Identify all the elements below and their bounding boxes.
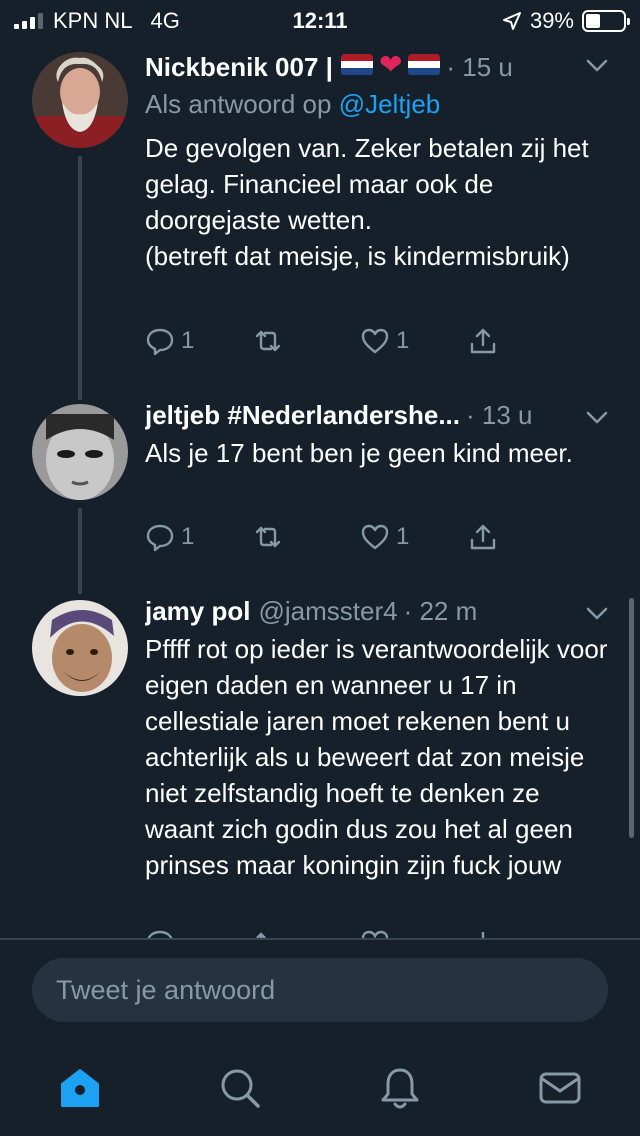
author-handle[interactable]: @jamsster4 xyxy=(258,596,397,627)
tweet-timestamp: · 13 u xyxy=(466,400,533,430)
avatar[interactable] xyxy=(32,404,128,500)
notifications-icon[interactable] xyxy=(378,1066,422,1110)
reply-icon xyxy=(146,328,174,356)
heart-icon xyxy=(361,328,389,354)
reply-button[interactable]: 1 xyxy=(145,326,253,356)
red-heart-icon: ❤ xyxy=(378,49,403,80)
status-bar: KPN NL 4G 12:11 39% xyxy=(0,0,640,40)
share-button[interactable] xyxy=(468,326,576,356)
share-icon xyxy=(470,524,495,550)
search-icon[interactable] xyxy=(218,1066,262,1110)
reply-icon xyxy=(146,524,174,552)
author-name[interactable]: jeltjeb #Nederlandershe... xyxy=(145,400,460,431)
like-count: 1 xyxy=(396,327,410,354)
like-button[interactable]: 1 xyxy=(360,522,468,552)
tweet-timestamp: · 22 m xyxy=(403,596,478,626)
retweet-icon xyxy=(255,330,280,352)
reply-button[interactable] xyxy=(145,928,253,938)
netherlands-flag-icon xyxy=(408,53,441,76)
like-button[interactable] xyxy=(360,928,468,938)
retweet-button[interactable] xyxy=(253,928,361,938)
retweet-button[interactable] xyxy=(253,326,361,356)
reply-input[interactable]: Tweet je antwoord xyxy=(32,958,608,1022)
retweet-button[interactable] xyxy=(253,522,361,552)
avatar[interactable] xyxy=(32,600,128,696)
chevron-down-icon[interactable] xyxy=(584,404,610,430)
heart-icon xyxy=(361,930,389,938)
reply-icon xyxy=(147,930,173,938)
retweet-icon xyxy=(255,526,280,548)
tweet-jeltjeb[interactable]: jeltjeb #Nederlandershe... · 13 u Als je… xyxy=(0,398,640,594)
chevron-down-icon[interactable] xyxy=(584,600,610,626)
tweet-timestamp: · 15 u xyxy=(446,51,513,82)
share-button[interactable] xyxy=(468,522,576,552)
heart-icon xyxy=(361,524,389,550)
retweet-icon xyxy=(255,932,266,938)
reply-composer: Tweet je antwoord xyxy=(0,940,640,1040)
author-name[interactable]: jamy pol xyxy=(145,596,250,627)
like-button[interactable]: 1 xyxy=(360,326,468,356)
location-arrow-icon xyxy=(502,12,521,30)
tweet-actions xyxy=(145,928,575,938)
tab-bar xyxy=(0,1040,640,1136)
messages-icon[interactable] xyxy=(538,1066,582,1110)
chevron-down-icon[interactable] xyxy=(584,52,610,78)
thread-line xyxy=(78,156,82,400)
tweet-text: Als je 17 bent ben je geen kind meer. xyxy=(145,438,573,468)
avatar[interactable] xyxy=(32,52,128,148)
reply-button[interactable]: 1 xyxy=(145,522,253,552)
share-icon xyxy=(470,328,495,354)
reply-context: Als antwoord op @Jeltjeb xyxy=(145,89,610,120)
reply-mention-link[interactable]: @Jeltjeb xyxy=(339,89,441,119)
reply-input-placeholder: Tweet je antwoord xyxy=(56,974,276,1005)
reply-prefix: Als antwoord op xyxy=(145,88,332,119)
netherlands-flag-icon xyxy=(340,53,373,76)
scrollbar[interactable] xyxy=(629,598,634,838)
tweet-nickbenik[interactable]: Nickbenik 007 | ❤ · 15 u Als antwoord op… xyxy=(0,48,640,400)
home-icon[interactable] xyxy=(58,1066,102,1110)
author-name[interactable]: Nickbenik 007 | xyxy=(145,52,333,83)
battery-percentage: 39% xyxy=(529,8,574,33)
battery-icon xyxy=(582,10,630,32)
share-icon xyxy=(481,932,484,938)
reply-count: 1 xyxy=(181,523,195,550)
tweet-text: Pffff rot op ieder is verantwoordelijk v… xyxy=(145,634,615,880)
share-button[interactable] xyxy=(468,928,576,938)
tweet-text: De gevolgen van. Zeker betalen zij het g… xyxy=(145,132,589,271)
like-count: 1 xyxy=(396,523,410,550)
reply-count: 1 xyxy=(181,327,195,354)
thread-line xyxy=(78,508,82,594)
tweet-jamy-pol[interactable]: jamy pol @jamsster4 · 22 m Pffff rot op … xyxy=(0,594,640,938)
